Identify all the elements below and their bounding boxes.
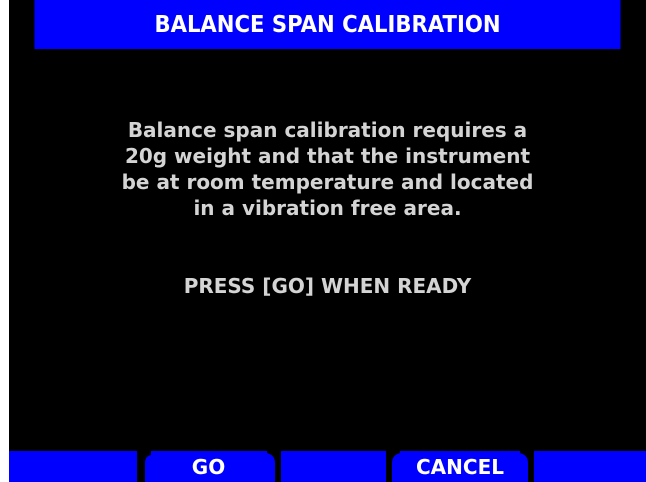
softkey-divider bbox=[386, 451, 400, 482]
go-button-label: GO bbox=[191, 454, 226, 479]
message-line: Balance span calibration requires a bbox=[127, 118, 528, 142]
softkey-1[interactable] bbox=[9, 451, 136, 482]
screen-title: BALANCE SPAN CALIBRATION bbox=[154, 11, 501, 38]
go-button[interactable]: GO bbox=[150, 451, 267, 482]
cancel-button[interactable]: CANCEL bbox=[399, 451, 521, 482]
softkey-divider bbox=[137, 451, 151, 482]
softkey-divider bbox=[267, 451, 281, 482]
message-line: be at room temperature and located bbox=[121, 170, 534, 194]
instruction-message: Balance span calibration requires a 20g … bbox=[9, 117, 646, 221]
softkey-3[interactable] bbox=[281, 451, 391, 482]
message-line: in a vibration free area. bbox=[193, 196, 462, 220]
cancel-button-label: CANCEL bbox=[416, 454, 504, 479]
softkey-5[interactable] bbox=[533, 451, 646, 482]
instrument-screen: BALANCE SPAN CALIBRATION Balance span ca… bbox=[9, 0, 646, 482]
softkey-divider bbox=[520, 451, 534, 482]
ready-prompt: PRESS [GO] WHEN READY bbox=[183, 274, 472, 298]
message-line: 20g weight and that the instrument bbox=[124, 144, 531, 168]
title-bar: BALANCE SPAN CALIBRATION bbox=[34, 0, 621, 49]
